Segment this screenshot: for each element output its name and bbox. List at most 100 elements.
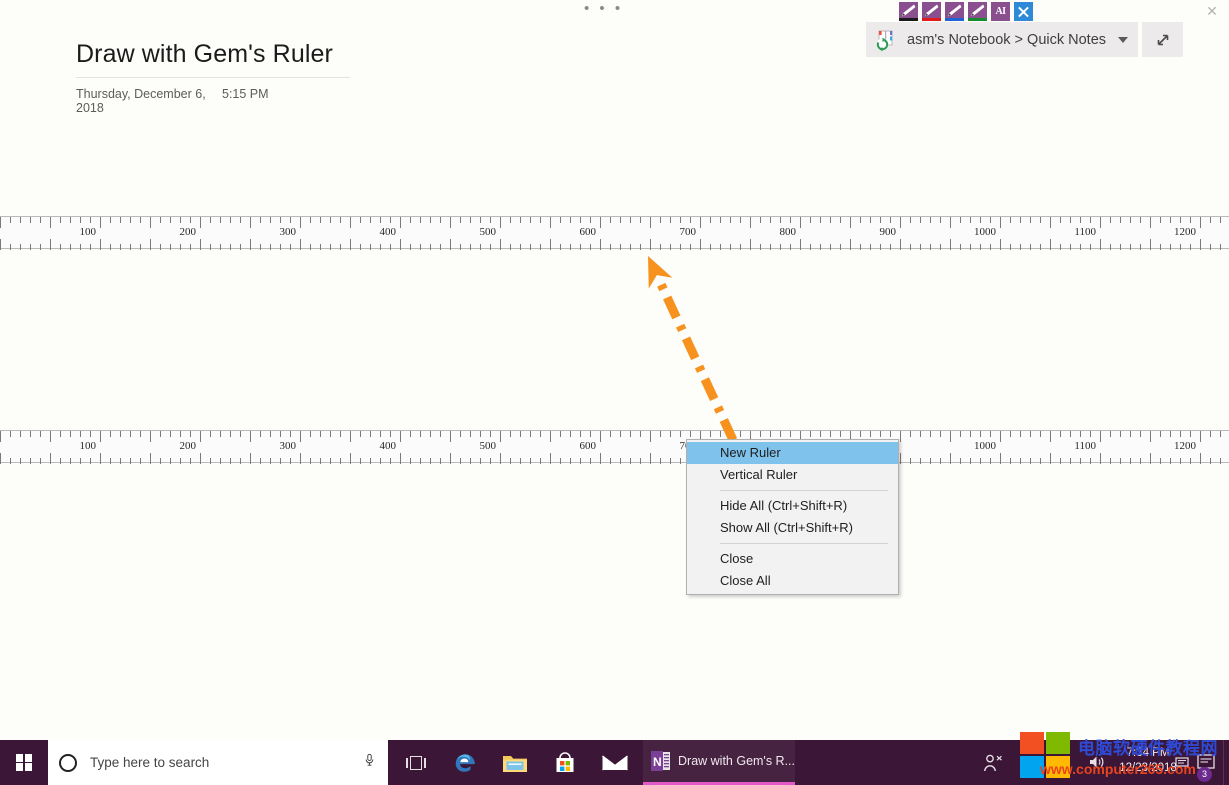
ruler-minor-tick <box>320 244 321 250</box>
microphone-icon[interactable] <box>365 753 374 767</box>
ruler-minor-tick <box>930 458 931 464</box>
taskbar-app-edge[interactable] <box>444 740 486 785</box>
ruler-minor-tick <box>470 217 471 223</box>
ruler-label: 100 <box>79 440 97 452</box>
folder-icon <box>503 755 527 772</box>
ruler-major-tick <box>150 431 151 442</box>
ruler-minor-tick <box>290 458 291 464</box>
ruler-minor-tick <box>1170 244 1171 250</box>
menu-item-close[interactable]: Close <box>687 548 898 570</box>
taskbar-clock[interactable]: 7:34 PM 12/23/2018 <box>1100 746 1196 776</box>
ruler-minor-tick <box>1160 244 1161 250</box>
ruler-major-tick <box>250 431 251 442</box>
ruler-minor-tick <box>890 217 891 223</box>
ruler-context-menu[interactable]: New Ruler Vertical Ruler Hide All (Ctrl+Sh… <box>686 439 899 595</box>
ruler-minor-tick <box>1180 244 1181 250</box>
ruler-minor-tick <box>1010 217 1011 223</box>
pen-green-button[interactable] <box>968 2 987 21</box>
ruler-minor-tick <box>680 244 681 250</box>
note-header: Draw with Gem's Ruler Thursday, December… <box>76 38 356 115</box>
ruler-minor-tick <box>840 217 841 223</box>
notebook-selector[interactable]: asm's Notebook > Quick Notes <box>866 22 1139 57</box>
pen-red-button[interactable] <box>922 2 941 21</box>
page-title[interactable]: Draw with Gem's Ruler <box>76 38 356 70</box>
ruler-minor-tick <box>430 217 431 223</box>
ruler-minor-tick <box>30 431 31 437</box>
close-pens-button[interactable] <box>1014 2 1033 21</box>
overflow-menu-icon[interactable]: • • • <box>584 1 623 16</box>
ruler-minor-tick <box>470 458 471 464</box>
ruler-major-tick <box>200 239 201 250</box>
ruler-minor-tick <box>1140 458 1141 464</box>
menu-separator <box>720 490 888 491</box>
ruler-minor-tick <box>290 431 291 437</box>
task-view-button[interactable] <box>396 740 436 785</box>
menu-item-show[interactable]: Show All (Ctrl+Shift+R) <box>687 517 898 539</box>
taskbar-app-microsoft-store[interactable] <box>544 740 586 785</box>
ruler-minor-tick <box>320 458 321 464</box>
ruler-major-tick <box>50 239 51 250</box>
ruler-minor-tick <box>110 431 111 437</box>
pen-blue-button[interactable] <box>945 2 964 21</box>
ruler-minor-tick <box>290 244 291 250</box>
window-close-icon[interactable]: ✕ <box>1200 2 1224 20</box>
ruler-label: 200 <box>179 226 197 238</box>
taskbar-app-file-explorer[interactable] <box>494 740 536 785</box>
search-input[interactable]: Type here to search <box>48 740 388 785</box>
menu-item-vertical[interactable]: Vertical Ruler <box>687 464 898 486</box>
ruler-minor-tick <box>760 431 761 437</box>
ruler-minor-tick <box>430 244 431 250</box>
ruler-major-tick <box>900 239 901 250</box>
ruler-minor-tick <box>130 217 131 223</box>
ruler-minor-tick <box>1040 217 1041 223</box>
menu-item-close[interactable]: Close All <box>687 570 898 592</box>
ruler-minor-tick <box>1020 458 1021 464</box>
ruler-major-tick <box>350 453 351 464</box>
ruler-label: 1100 <box>1074 440 1096 452</box>
menu-item-hide[interactable]: Hide All (Ctrl+Shift+R) <box>687 495 898 517</box>
ruler-major-tick <box>1150 453 1151 464</box>
ruler-horizontal-bottom[interactable]: 100200300400500600700800900100011001200 <box>0 430 1229 464</box>
ruler-minor-tick <box>730 244 731 250</box>
ruler-label: 1000 <box>974 226 996 238</box>
expand-button[interactable] <box>1142 22 1184 57</box>
start-button[interactable] <box>0 740 48 785</box>
ruler-major-tick <box>950 217 951 228</box>
ruler-minor-tick <box>110 458 111 464</box>
ruler-major-tick <box>500 217 501 228</box>
ai-button[interactable]: AI <box>991 2 1010 21</box>
taskbar-app-onenote-active[interactable]: N Draw with Gem's R... <box>643 740 795 785</box>
ruler-major-tick <box>350 217 351 228</box>
ruler-minor-tick <box>240 431 241 437</box>
chevron-down-icon[interactable] <box>1118 36 1129 43</box>
ruler-minor-tick <box>640 458 641 464</box>
ruler-minor-tick <box>870 217 871 223</box>
ruler-minor-tick <box>760 217 761 223</box>
menu-item-new[interactable]: New Ruler <box>687 442 898 464</box>
notebook-sync-icon <box>874 28 898 52</box>
notification-badge[interactable]: 3 <box>1197 767 1212 782</box>
pen-icon <box>902 4 916 17</box>
show-desktop-button[interactable] <box>1223 740 1229 785</box>
ruler-minor-tick <box>840 431 841 437</box>
ruler-minor-tick <box>910 431 911 437</box>
ruler-label: 200 <box>179 440 197 452</box>
taskbar-app-mail[interactable] <box>594 740 636 785</box>
ruler-minor-tick <box>620 458 621 464</box>
ruler-major-tick <box>200 217 201 228</box>
ruler-major-tick <box>650 453 651 464</box>
ruler-major-tick <box>450 453 451 464</box>
ruler-minor-tick <box>170 244 171 250</box>
ruler-minor-tick <box>670 217 671 223</box>
ruler-minor-tick <box>730 217 731 223</box>
ruler-label: 1200 <box>1174 440 1196 452</box>
ruler-minor-tick <box>480 217 481 223</box>
ruler-major-tick <box>750 239 751 250</box>
windows-logo-icon <box>15 754 33 771</box>
people-button[interactable] <box>975 740 1011 785</box>
ruler-minor-tick <box>940 458 941 464</box>
ruler-horizontal-top[interactable]: 100 200 300 400 500 600 700 800 900 1000 1100 1200 <box>0 216 1229 250</box>
ruler-minor-tick <box>1220 244 1221 250</box>
pen-black-button[interactable] <box>899 2 918 21</box>
ruler-minor-tick <box>940 244 941 250</box>
